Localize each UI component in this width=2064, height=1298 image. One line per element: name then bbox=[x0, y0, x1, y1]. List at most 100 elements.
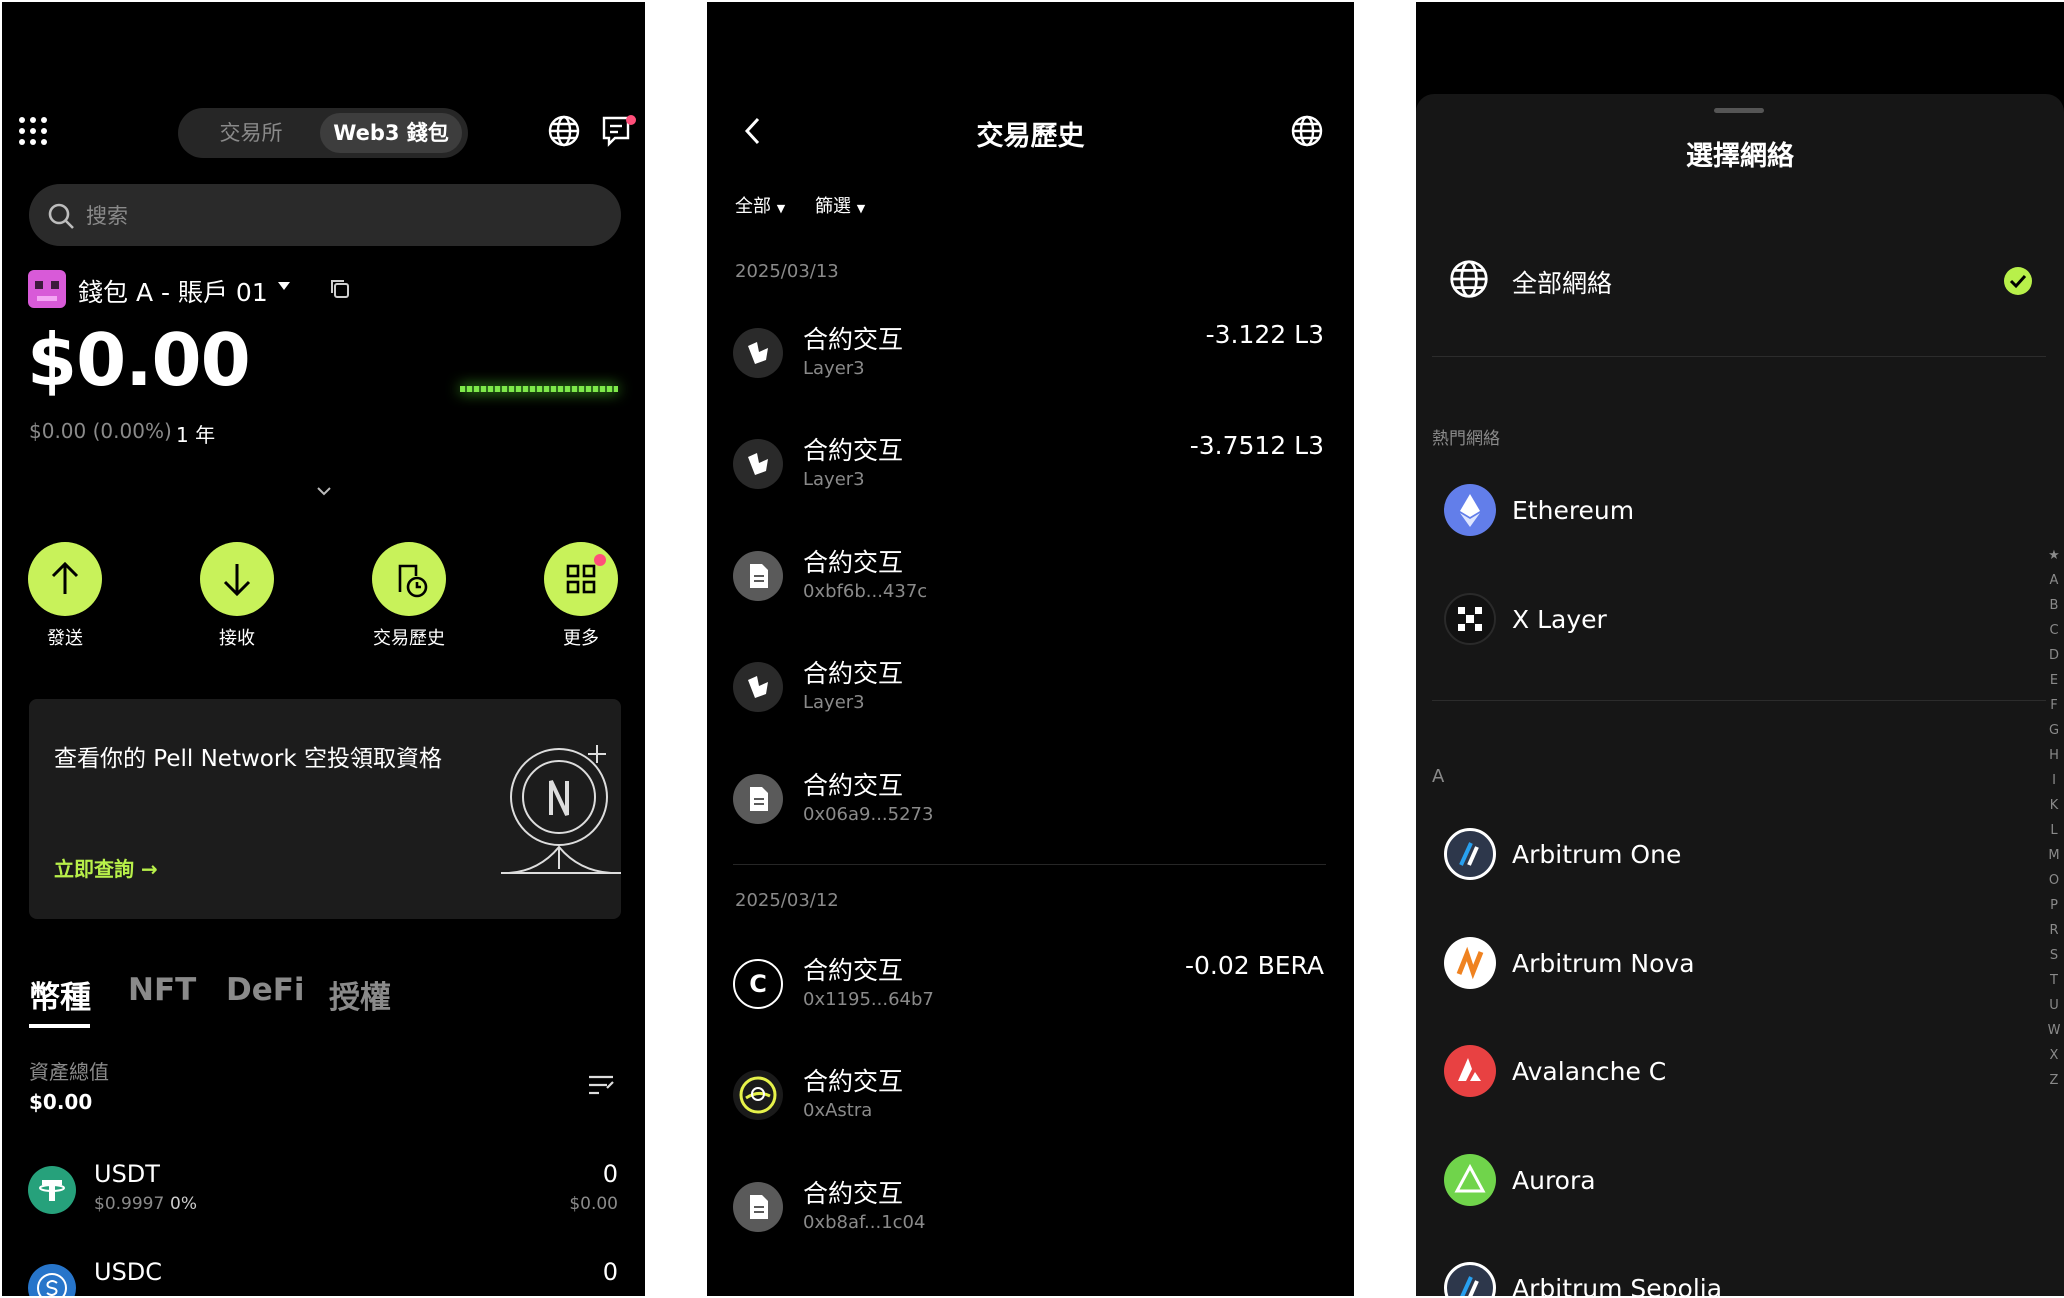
index-letter[interactable]: G bbox=[2046, 723, 2062, 738]
avatar[interactable] bbox=[28, 270, 66, 308]
promo-card[interactable]: 查看你的 Pell Network 空投領取資格 立即查詢 → bbox=[29, 699, 621, 919]
chevron-down-icon[interactable] bbox=[316, 486, 332, 496]
balance-change: $0.00 (0.00%) bbox=[29, 419, 172, 443]
receive-label: 接收 bbox=[219, 628, 255, 649]
tab-tokens[interactable]: 幣種 bbox=[29, 972, 91, 1017]
tx-title[interactable]: 合約交互 bbox=[803, 1062, 903, 1098]
filter-all-label: 全部 bbox=[735, 196, 771, 217]
drag-handle[interactable] bbox=[1714, 108, 1764, 113]
all-networks-option[interactable]: 全部網絡 bbox=[1416, 244, 2046, 314]
index-letter[interactable]: ★ bbox=[2046, 548, 2062, 563]
caret-down-icon[interactable] bbox=[277, 281, 291, 291]
active-tab-indicator bbox=[29, 1024, 90, 1028]
layer3-icon bbox=[733, 328, 783, 378]
tx-title[interactable]: 合約交互 bbox=[803, 766, 903, 802]
tx-title[interactable]: 合約交互 bbox=[803, 1174, 903, 1210]
check-icon bbox=[2004, 267, 2032, 295]
layer3-icon bbox=[733, 662, 783, 712]
index-letter[interactable]: D bbox=[2046, 648, 2062, 663]
network-name[interactable]: Ethereum bbox=[1512, 496, 1634, 525]
document-icon bbox=[733, 774, 783, 824]
network-name[interactable]: Aurora bbox=[1512, 1166, 1596, 1195]
usdc-symbol[interactable]: USDC bbox=[94, 1258, 162, 1286]
avalanche-icon bbox=[1444, 1045, 1496, 1097]
index-letter[interactable]: W bbox=[2046, 1023, 2062, 1038]
network-name[interactable]: Avalanche C bbox=[1512, 1057, 1666, 1086]
more-button[interactable] bbox=[544, 542, 618, 616]
search-placeholder: 搜索 bbox=[86, 204, 128, 228]
document-icon bbox=[733, 1182, 783, 1232]
index-letter[interactable]: Z bbox=[2046, 1073, 2062, 1088]
index-letter[interactable]: R bbox=[2046, 923, 2062, 938]
tab-defi[interactable]: DeFi bbox=[226, 972, 305, 1008]
index-letter[interactable]: U bbox=[2046, 998, 2062, 1013]
network-name[interactable]: X Layer bbox=[1512, 605, 1607, 634]
index-letter[interactable]: I bbox=[2046, 773, 2062, 788]
filter-all-dropdown[interactable]: 全部 ▼ bbox=[735, 192, 785, 218]
filter-label: 篩選 bbox=[815, 196, 851, 217]
message-icon[interactable] bbox=[601, 114, 637, 148]
document-icon bbox=[733, 551, 783, 601]
tx-title[interactable]: 合約交互 bbox=[803, 320, 903, 356]
index-letter[interactable]: O bbox=[2046, 873, 2062, 888]
globe-icon bbox=[1448, 258, 1490, 300]
apps-grid-icon[interactable] bbox=[18, 116, 48, 146]
globe-icon[interactable] bbox=[547, 114, 581, 148]
usdt-icon bbox=[28, 1166, 76, 1214]
index-letter[interactable]: E bbox=[2046, 673, 2062, 688]
network-name[interactable]: Arbitrum Nova bbox=[1512, 949, 1695, 978]
usdt-symbol[interactable]: USDT bbox=[94, 1160, 160, 1188]
c-coin-icon: C bbox=[733, 959, 783, 1009]
tx-title[interactable]: 合約交互 bbox=[803, 951, 903, 987]
globe-icon[interactable] bbox=[1290, 114, 1324, 148]
caret-down-icon: ▼ bbox=[856, 202, 866, 215]
tab-nft[interactable]: NFT bbox=[128, 972, 196, 1008]
divider bbox=[1432, 356, 2046, 357]
tx-subtitle: Layer3 bbox=[803, 692, 865, 713]
index-letter[interactable]: L bbox=[2046, 823, 2062, 838]
account-name[interactable]: 錢包 A - 賬戶 01 bbox=[78, 273, 268, 309]
search-input[interactable]: 搜索 bbox=[29, 184, 621, 246]
index-letter[interactable]: M bbox=[2046, 848, 2062, 863]
sort-icon[interactable] bbox=[587, 1074, 615, 1098]
index-letter[interactable]: K bbox=[2046, 798, 2062, 813]
send-button[interactable] bbox=[28, 542, 102, 616]
arbitrum-nova-icon bbox=[1444, 937, 1496, 989]
tx-title[interactable]: 合約交互 bbox=[803, 431, 903, 467]
tx-subtitle: 0xbf6b...437c bbox=[803, 581, 928, 602]
index-letter[interactable]: A bbox=[2046, 573, 2062, 588]
index-letter[interactable]: F bbox=[2046, 698, 2062, 713]
exchange-tab[interactable]: 交易所 bbox=[186, 113, 316, 153]
arrow-up-icon bbox=[51, 561, 79, 594]
receive-button[interactable] bbox=[200, 542, 274, 616]
network-name[interactable]: Arbitrum Sepolia bbox=[1512, 1274, 1722, 1296]
search-icon bbox=[47, 202, 75, 230]
usdt-change: 0% bbox=[170, 1194, 197, 1214]
index-letter[interactable]: X bbox=[2046, 1048, 2062, 1063]
index-letter[interactable]: C bbox=[2046, 623, 2062, 638]
tx-title[interactable]: 合約交互 bbox=[803, 543, 903, 579]
index-letter[interactable]: T bbox=[2046, 973, 2062, 988]
tx-title[interactable]: 合約交互 bbox=[803, 654, 903, 690]
history-button[interactable] bbox=[372, 542, 446, 616]
balance-amount: $0.00 bbox=[27, 318, 251, 402]
divider bbox=[1432, 700, 2046, 701]
promo-link[interactable]: 立即查詢 → bbox=[54, 853, 158, 882]
tab-approvals[interactable]: 授權 bbox=[329, 972, 391, 1017]
copy-icon[interactable] bbox=[329, 278, 351, 300]
sheet-title: 選擇網絡 bbox=[1686, 141, 1794, 172]
tx-subtitle: 0xAstra bbox=[803, 1100, 873, 1121]
arbitrum-one-icon bbox=[1444, 828, 1496, 880]
filter-dropdown[interactable]: 篩選 ▼ bbox=[815, 192, 865, 218]
web3-wallet-tab[interactable]: Web3 錢包 bbox=[320, 113, 462, 153]
ethereum-icon bbox=[1444, 484, 1496, 536]
period-selector[interactable]: 1 年 bbox=[176, 419, 215, 448]
index-letter[interactable]: B bbox=[2046, 598, 2062, 613]
mode-switch: 交易所 Web3 錢包 bbox=[178, 108, 468, 158]
index-letter[interactable]: S bbox=[2046, 948, 2062, 963]
tx-amount: -3.7512 L3 bbox=[1189, 431, 1324, 460]
send-label: 發送 bbox=[47, 628, 83, 649]
index-letter[interactable]: H bbox=[2046, 748, 2062, 763]
network-name[interactable]: Arbitrum One bbox=[1512, 840, 1681, 869]
index-letter[interactable]: P bbox=[2046, 898, 2062, 913]
